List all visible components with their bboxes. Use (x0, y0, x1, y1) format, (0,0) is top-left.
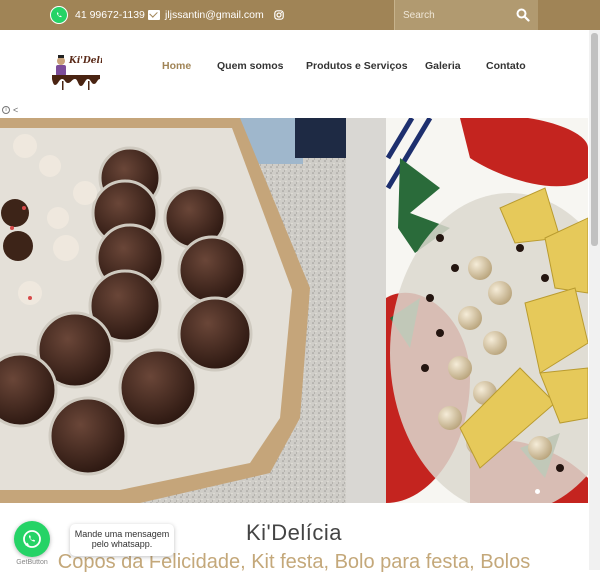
phone-number: 41 99672-1139 (75, 9, 145, 21)
mail-icon (148, 10, 160, 20)
whatsapp-float-button[interactable] (14, 521, 50, 557)
sidebar-toggle[interactable]: i < (2, 105, 18, 115)
whatsapp-icon (23, 530, 41, 548)
email-contact[interactable]: jljssantin@gmail.com (148, 0, 264, 30)
nav-home[interactable]: Home (162, 60, 191, 74)
toggle-arrow: < (13, 105, 19, 115)
whatsapp-message-bubble[interactable]: Mande uma mensagem pelo whatsapp. (70, 524, 174, 556)
search-input[interactable] (403, 6, 513, 24)
scrollbar-thumb[interactable] (591, 33, 598, 246)
phone-contact[interactable]: 41 99672-1139 (50, 0, 145, 30)
whatsapp-icon (50, 6, 68, 24)
nav-galeria[interactable]: Galeria (425, 60, 461, 74)
instagram-link[interactable] (274, 0, 284, 30)
search-icon[interactable] (516, 8, 530, 22)
logo-text: Ki'Delícia (68, 55, 102, 66)
email-address: jljssantin@gmail.com (165, 9, 264, 21)
nav-contato[interactable]: Contato (486, 60, 526, 74)
instagram-icon (274, 10, 284, 20)
hero-slider[interactable] (0, 118, 588, 503)
nav-produtos-servicos[interactable]: Produtos e Serviços (306, 60, 408, 74)
slider-dot-1[interactable] (535, 489, 540, 494)
site-logo[interactable]: Ki'Delícia (50, 49, 102, 91)
slider-images (0, 118, 588, 503)
search-box (394, 0, 538, 30)
info-icon: i (2, 106, 10, 114)
getbutton-brand: GetButton (16, 559, 48, 566)
nav-quem-somos[interactable]: Quem somos (217, 60, 284, 74)
